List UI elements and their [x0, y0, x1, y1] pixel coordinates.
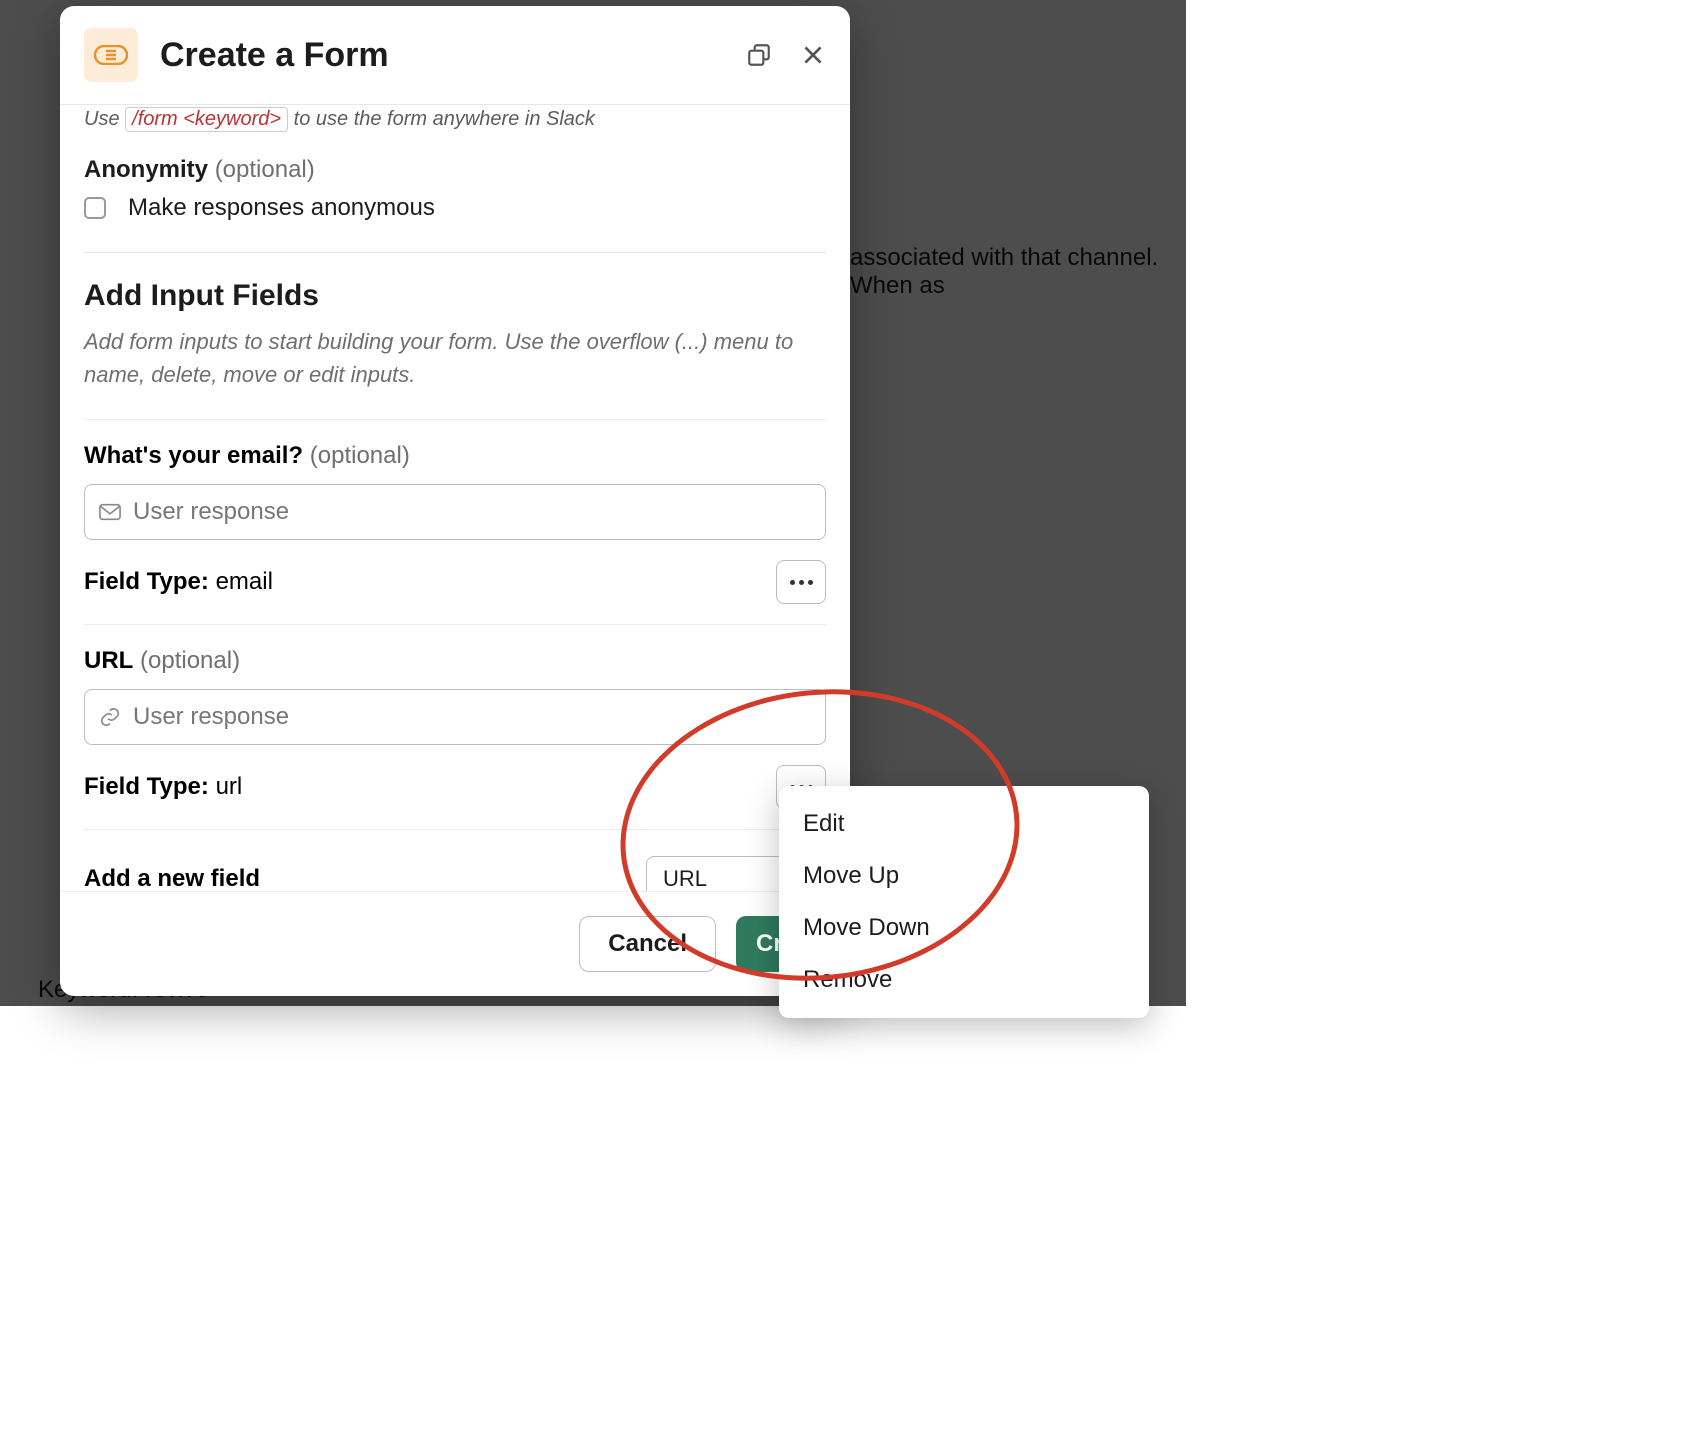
form-field-email: What's your email? (optional) User respo… — [84, 442, 826, 625]
input-placeholder: User response — [133, 498, 289, 526]
url-input[interactable]: User response — [84, 689, 826, 745]
mail-icon — [99, 503, 121, 521]
email-input[interactable]: User response — [84, 484, 826, 540]
anonymous-checkbox-row[interactable]: Make responses anonymous — [84, 194, 826, 222]
modal-title: Create a Form — [160, 36, 724, 75]
input-fields-heading: Add Input Fields — [84, 279, 826, 313]
add-field-label: Add a new field — [84, 865, 260, 891]
field-label: URL (optional) — [84, 647, 826, 675]
menu-item-remove[interactable]: Remove — [779, 954, 1149, 1006]
anonymous-checkbox-label: Make responses anonymous — [128, 194, 435, 222]
menu-item-move-down[interactable]: Move Down — [779, 902, 1149, 954]
divider — [84, 252, 826, 253]
field-type-label: Field Type: email — [84, 568, 273, 596]
close-icon[interactable] — [800, 42, 826, 68]
create-form-modal: Create a Form Use /form <keyword> to use… — [60, 6, 850, 996]
modal-footer: Cancel Create — [60, 891, 850, 996]
overflow-context-menu: Edit Move Up Move Down Remove — [779, 786, 1149, 1018]
checkbox-icon[interactable] — [84, 197, 106, 219]
popout-icon[interactable] — [746, 42, 772, 68]
field-overflow-button[interactable] — [776, 560, 826, 604]
menu-item-move-up[interactable]: Move Up — [779, 850, 1149, 902]
input-fields-help: Add form inputs to start building your f… — [84, 325, 826, 391]
field-type-label: Field Type: url — [84, 773, 242, 801]
add-field-row: Add a new field URL — [84, 856, 826, 891]
divider — [84, 419, 826, 420]
modal-header: Create a Form — [60, 6, 850, 104]
menu-item-edit[interactable]: Edit — [779, 798, 1149, 850]
form-field-url: URL (optional) User response Field Type:… — [84, 647, 826, 830]
cancel-button[interactable]: Cancel — [579, 916, 716, 972]
usage-hint: Use /form <keyword> to use the form anyw… — [84, 105, 826, 132]
field-label: What's your email? (optional) — [84, 442, 826, 470]
app-icon — [84, 28, 138, 82]
anonymity-label: Anonymity (optional) — [84, 156, 826, 184]
link-icon — [99, 706, 121, 728]
modal-body: Use /form <keyword> to use the form anyw… — [60, 104, 850, 891]
input-placeholder: User response — [133, 703, 289, 731]
command-chip: /form <keyword> — [125, 107, 288, 132]
